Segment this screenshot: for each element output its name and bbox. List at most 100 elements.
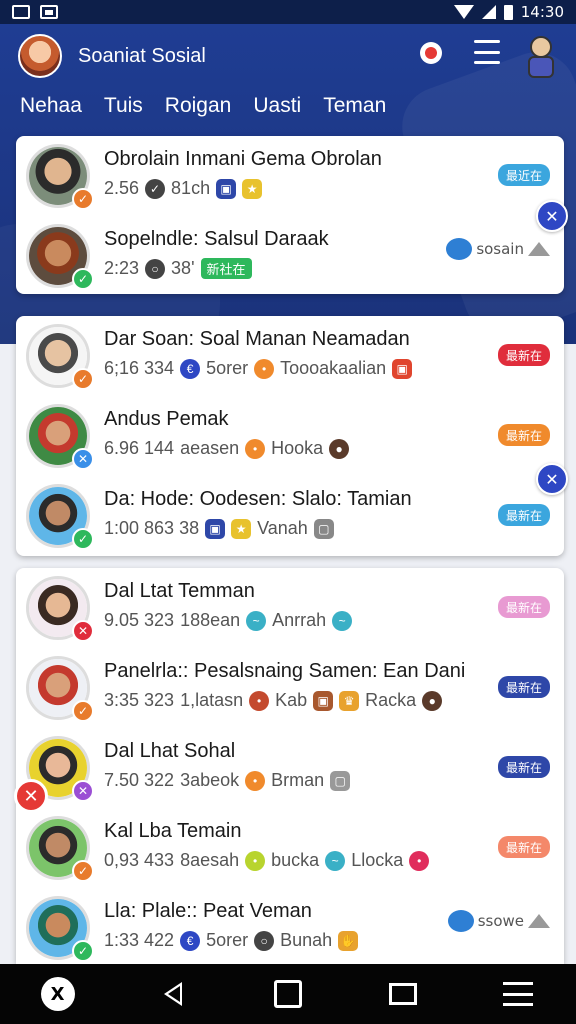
sticker-icon: ★	[231, 518, 252, 539]
chat-meta: 6;16 334 € 5orer • Toooakaalian ▣	[104, 358, 413, 379]
chat-title: Panelrla:: Pesalsnaing Samen: Ean Dani	[104, 660, 466, 682]
character-icon: •	[245, 438, 266, 459]
chat-meta: 1:00 863 38 ▣ ★ Vanah ▢	[104, 518, 334, 539]
sticker-icon: ▣	[205, 518, 226, 539]
image-icon	[40, 5, 58, 19]
chat-title: Kal Lba Temain	[104, 820, 242, 842]
back-button[interactable]	[153, 974, 193, 1014]
sticker-icon: ▣	[392, 358, 413, 379]
chat-row[interactable]: ✓ Kal Lba Temain 0,93 433 8aesah • bucka…	[16, 808, 564, 888]
tab-tuis[interactable]: Tuis	[104, 94, 143, 118]
status-pill: 最新在	[497, 676, 550, 698]
chat-meta: 6.96 144 aeasen • Hooka ●	[104, 438, 350, 459]
bottom-nav: X	[0, 964, 576, 1024]
robot-icon: ▢	[313, 518, 334, 539]
home-icon: X	[40, 977, 75, 1011]
status-bar: 14:30	[0, 0, 576, 24]
chat-card-1: ✓ Obrolain Inmani Gema Obrolan 2.56 ✓ 81…	[16, 136, 564, 294]
chat-meta: 3:35 323 1,latasn • Kab ▣ ♛ Racka ●	[104, 690, 443, 711]
recents-icon	[273, 980, 302, 1008]
status-badge: ✓	[72, 188, 94, 210]
mail-icon	[389, 983, 418, 1005]
battery-icon	[503, 4, 513, 20]
notification-icon	[12, 5, 30, 19]
chat-row[interactable]: ✕ Andus Pemak 6.96 144 aeasen • Hooka ● …	[16, 396, 564, 476]
coin-icon: €	[180, 930, 201, 951]
chat-title: Dal Ltat Temman	[104, 580, 255, 602]
tab-teman[interactable]: Teman	[323, 94, 386, 118]
status-time: 14:30	[520, 3, 564, 21]
chat-row[interactable]: ✓ Dar Soan: Soal Manan Neamadan 6;16 334…	[16, 316, 564, 396]
avatar-mini-icon: ●	[422, 690, 443, 711]
recents-button[interactable]	[268, 974, 308, 1014]
mail-button[interactable]	[383, 974, 423, 1014]
chat-bubble-icon	[447, 910, 474, 932]
shuffle-icon[interactable]: ✕	[536, 200, 568, 232]
chat-title: Dal Lhat Sohal	[104, 740, 236, 762]
chat-bubble-icon	[446, 238, 473, 260]
chat-row[interactable]: ✓ Obrolain Inmani Gema Obrolan 2.56 ✓ 81…	[16, 136, 564, 216]
status-badge: ✓	[72, 528, 94, 550]
nav-tabs: Nehaa Tuis Roigan Uasti Teman	[20, 94, 386, 118]
sticker-icon: ▣	[216, 178, 237, 199]
chat-meta: 1:33 422 € 5orer ○ Bunah ✋	[104, 930, 359, 951]
chat-meta: 9.05 323 188ean ~ Anrrah ~	[104, 610, 353, 631]
menu-icon[interactable]	[474, 40, 500, 64]
chat-row[interactable]: ✓ Sopelndle: Salsul Daraak 2:23 ○ 38' 新社…	[16, 216, 564, 296]
chat-title: Dar Soan: Soal Manan Neamadan	[104, 328, 410, 350]
record-icon[interactable]	[420, 42, 442, 64]
tab-roigan[interactable]: Roigan	[165, 94, 232, 118]
status-badge: ✕	[72, 780, 94, 802]
hand-icon: ✋	[338, 930, 359, 951]
clock-icon: ○	[254, 930, 275, 951]
sticker-icon: ▣	[313, 690, 334, 711]
status-pill: 最新在	[497, 756, 550, 778]
list-button[interactable]	[498, 974, 538, 1014]
share-button[interactable]: sosain	[446, 238, 550, 260]
status-badge: ✓	[72, 700, 94, 722]
crown-icon: ♛	[339, 690, 360, 711]
app-title: Soaniat Sosial	[78, 44, 206, 67]
fish-icon: ~	[332, 610, 353, 631]
wifi-icon	[453, 5, 474, 19]
tab-nehaa[interactable]: Nehaa	[20, 94, 82, 118]
tag-chip: 新社在	[200, 258, 252, 279]
share-button[interactable]: ssowe	[447, 910, 550, 932]
shuffle-icon[interactable]: ✕	[536, 463, 568, 495]
signal-icon	[481, 5, 496, 19]
character-icon: •	[245, 850, 266, 871]
character-icon: •	[249, 690, 270, 711]
coin-icon: €	[180, 358, 201, 379]
sticker-icon: ★	[242, 178, 263, 199]
share-arrow-icon	[528, 242, 550, 256]
fish-icon: ~	[325, 850, 346, 871]
fish-icon: ~	[246, 610, 267, 631]
status-badge: ✓	[72, 268, 94, 290]
chat-row[interactable]: ✕ Dal Lhat Sohal 7.50 322 3abeok • Brman…	[16, 728, 564, 808]
close-icon[interactable]: ✕	[14, 779, 48, 813]
chat-row[interactable]: ✕ Dal Ltat Temman 9.05 323 188ean ~ Anrr…	[16, 568, 564, 648]
profile-avatar[interactable]	[18, 34, 62, 78]
chat-meta: 7.50 322 3abeok • Brman ▢	[104, 770, 351, 791]
avatar-mini-icon: ●	[329, 438, 350, 459]
character-icon: •	[409, 850, 430, 871]
status-pill: 最新在	[497, 596, 550, 618]
tab-uasti[interactable]: Uasti	[253, 94, 301, 118]
status-pill: 最近在	[497, 164, 550, 186]
character-icon: •	[254, 358, 275, 379]
share-arrow-icon	[528, 914, 550, 928]
status-badge: ✕	[72, 620, 94, 642]
chat-row[interactable]: ✓ Lla: Plale:: Peat Veman 1:33 422 € 5or…	[16, 888, 564, 968]
check-icon: ✓	[145, 178, 166, 199]
chat-meta: 2:23 ○ 38' 新社在	[104, 258, 252, 279]
character-icon: •	[245, 770, 266, 791]
chat-row[interactable]: ✓ Panelrla:: Pesalsnaing Samen: Ean Dani…	[16, 648, 564, 728]
status-pill: 最新在	[497, 504, 550, 526]
chat-title: Lla: Plale:: Peat Veman	[104, 900, 312, 922]
chat-row[interactable]: ✓ Da: Hode: Oodesen: Slalo: Tamian 1:00 …	[16, 476, 564, 556]
chat-title: Sopelndle: Salsul Daraak	[104, 228, 329, 250]
robot-icon: ▢	[330, 770, 351, 791]
mascot-icon	[522, 34, 558, 82]
home-button[interactable]: X	[38, 974, 78, 1014]
status-badge: ✕	[72, 448, 94, 470]
